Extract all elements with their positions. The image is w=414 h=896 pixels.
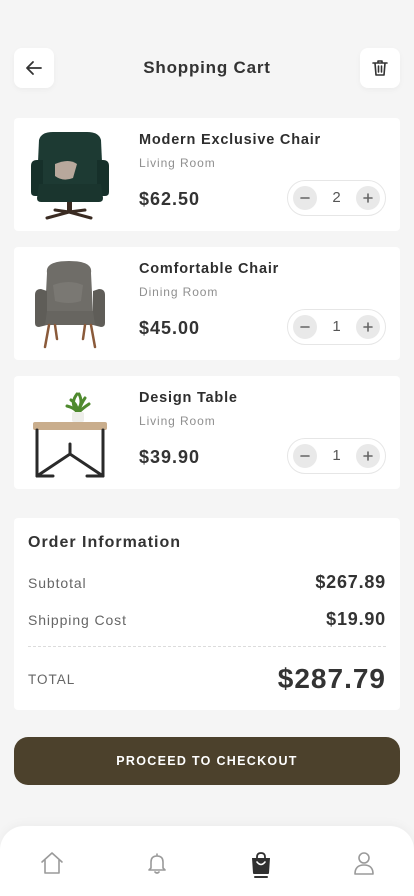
nav-notifications[interactable] xyxy=(142,848,172,878)
decrease-quantity-button[interactable] xyxy=(293,444,317,468)
minus-icon xyxy=(300,455,310,457)
item-name: Modern Exclusive Chair xyxy=(139,132,321,148)
item-price: $39.90 xyxy=(139,447,201,467)
item-name: Design Table xyxy=(139,390,238,406)
cart-item: Modern Exclusive Chair Living Room $62.5… xyxy=(14,118,400,231)
divider xyxy=(28,646,386,647)
decrease-quantity-button[interactable] xyxy=(293,315,317,339)
subtotal-value: $267.89 xyxy=(315,572,386,592)
item-name: Comfortable Chair xyxy=(139,261,280,277)
plus-icon xyxy=(363,322,373,332)
bottom-navigation xyxy=(0,826,414,896)
item-category: Living Room xyxy=(139,414,216,428)
lounge-chair-image xyxy=(22,124,118,224)
quantity-value: 1 xyxy=(332,318,341,335)
bell-icon xyxy=(148,853,166,874)
side-table-image xyxy=(22,382,118,482)
item-category: Living Room xyxy=(139,156,216,170)
header: Shopping Cart xyxy=(14,48,400,88)
minus-icon xyxy=(300,326,310,328)
total-value: $287.79 xyxy=(277,663,386,694)
cart-item: Comfortable Chair Dining Room $45.00 1 xyxy=(14,247,400,360)
total-label: TOTAL xyxy=(28,672,76,687)
trash-icon xyxy=(372,60,388,76)
nav-profile[interactable] xyxy=(349,848,379,878)
decrease-quantity-button[interactable] xyxy=(293,186,317,210)
nav-cart[interactable] xyxy=(246,848,276,878)
home-icon xyxy=(41,852,63,874)
page-title: Shopping Cart xyxy=(143,58,271,77)
delete-cart-button[interactable] xyxy=(360,48,400,88)
item-price: $62.50 xyxy=(139,189,201,209)
plus-icon xyxy=(363,193,373,203)
nav-home[interactable] xyxy=(37,848,67,878)
shopping-bag-icon xyxy=(252,852,270,874)
plus-icon xyxy=(363,451,373,461)
increase-quantity-button[interactable] xyxy=(356,186,380,210)
quantity-stepper: 2 xyxy=(287,180,386,216)
quantity-stepper: 1 xyxy=(287,438,386,474)
subtotal-label: Subtotal xyxy=(28,575,87,591)
armchair-image xyxy=(22,253,118,353)
user-icon xyxy=(354,852,374,875)
proceed-to-checkout-button[interactable]: PROCEED TO CHECKOUT xyxy=(14,737,400,785)
order-heading: Order Information xyxy=(28,534,182,551)
quantity-stepper: 1 xyxy=(287,309,386,345)
increase-quantity-button[interactable] xyxy=(356,315,380,339)
item-price: $45.00 xyxy=(139,318,201,338)
quantity-value: 2 xyxy=(332,189,341,206)
increase-quantity-button[interactable] xyxy=(356,444,380,468)
item-category: Dining Room xyxy=(139,285,219,299)
order-information-card: Order Information Subtotal $267.89 Shipp… xyxy=(14,518,400,710)
shipping-value: $19.90 xyxy=(326,609,386,629)
shipping-label: Shipping Cost xyxy=(28,612,127,628)
quantity-value: 1 xyxy=(332,447,341,464)
active-nav-indicator xyxy=(254,876,268,878)
cart-item: Design Table Living Room $39.90 1 xyxy=(14,376,400,489)
minus-icon xyxy=(300,197,310,199)
